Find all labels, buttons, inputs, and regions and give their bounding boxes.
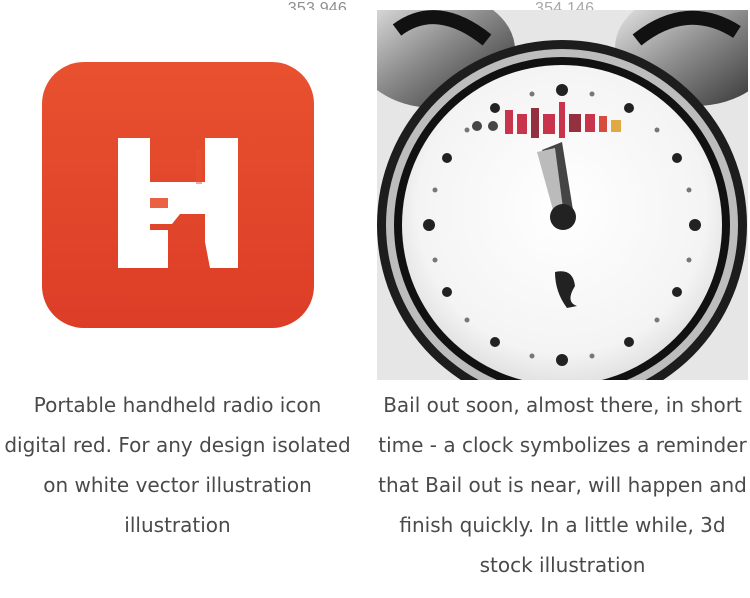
radio-app-icon <box>42 62 314 328</box>
result-thumbnail[interactable] <box>377 10 748 380</box>
result-thumbnail[interactable] <box>0 10 355 380</box>
results-grid: 353,946 Portable handheld radio icon dig… <box>0 0 750 598</box>
result-caption[interactable]: Bail out soon, almost there, in short ti… <box>377 385 748 585</box>
result-caption[interactable]: Portable handheld radio icon digital red… <box>0 385 355 545</box>
alarm-clock-illustration <box>377 10 748 380</box>
